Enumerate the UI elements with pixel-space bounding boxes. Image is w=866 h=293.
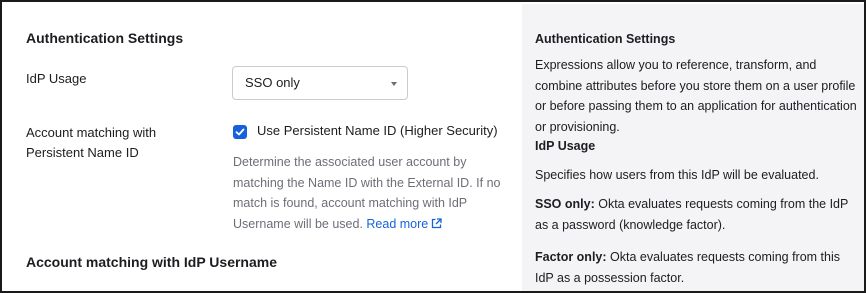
chevron-down-icon xyxy=(391,82,397,86)
help-panel-title: Authentication Settings xyxy=(535,32,676,46)
help-panel-idp-usage-desc: Specifies how users from this IdP will b… xyxy=(535,168,819,182)
external-link-icon xyxy=(432,217,442,228)
account-matching-help: Determine the associated user account by… xyxy=(233,152,519,234)
help-panel-factor-only: Factor only: Okta evaluates requests com… xyxy=(535,247,857,289)
idp-usage-label: IdP Usage xyxy=(26,71,87,86)
factor-only-term: Factor only: xyxy=(535,250,607,264)
help-panel-idp-usage-heading: IdP Usage xyxy=(535,139,596,153)
idp-usage-selected-value: SSO only xyxy=(245,75,300,90)
section-title-idp-username: Account matching with IdP Username xyxy=(26,254,278,270)
persistent-name-id-label[interactable]: Use Persistent Name ID (Higher Security) xyxy=(257,123,498,138)
form-panel: Authentication Settings IdP Usage SSO on… xyxy=(4,4,522,291)
help-panel: Authentication Settings Expressions allo… xyxy=(522,4,864,291)
idp-usage-select[interactable]: SSO only xyxy=(232,66,408,100)
settings-frame: Authentication Settings IdP Usage SSO on… xyxy=(0,0,866,293)
read-more-link[interactable]: Read more xyxy=(366,217,442,231)
persistent-name-id-checkbox[interactable] xyxy=(233,125,247,139)
account-matching-label: Account matching with Persistent Name ID xyxy=(26,125,157,160)
checkmark-icon xyxy=(235,128,245,136)
section-title: Authentication Settings xyxy=(26,30,184,46)
help-panel-sso-only: SSO only: Okta evaluates requests coming… xyxy=(535,194,857,236)
read-more-label: Read more xyxy=(366,216,429,231)
help-panel-intro: Expressions allow you to reference, tran… xyxy=(535,58,857,134)
sso-only-term: SSO only: xyxy=(535,197,595,211)
